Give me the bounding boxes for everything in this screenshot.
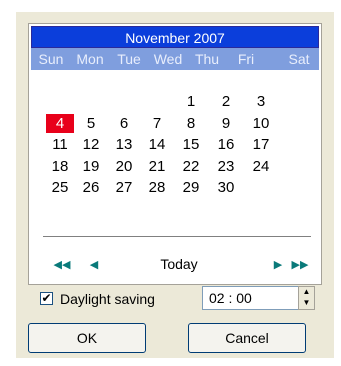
day-cell[interactable]: 10 [247,114,275,133]
weekday-sat: Sat [288,51,310,67]
time-spinner[interactable]: ▲ ▼ [298,286,315,310]
daylight-saving-checkbox[interactable]: ✔ [40,292,53,305]
day-cell[interactable]: 15 [177,135,205,154]
weekday-mon: Mon [76,51,104,67]
weekday-fri: Fri [237,51,255,67]
day-cell[interactable]: 1 [177,92,205,111]
daylight-saving-label[interactable]: Daylight saving [60,289,155,309]
day-cell[interactable]: 22 [177,157,205,176]
day-cell[interactable]: 3 [247,92,275,111]
day-cell[interactable]: 13 [110,135,138,154]
day-cell[interactable]: 8 [177,114,205,133]
date-picker-dialog: November 2007 Sun Mon Tue Wed Thu Fri Sa… [16,12,334,358]
day-cell[interactable]: 14 [143,135,171,154]
day-cell[interactable]: 27 [110,178,138,197]
calendar-divider [43,236,311,237]
day-cell-selected[interactable]: 4 [46,114,74,133]
weekday-sun: Sun [38,51,64,67]
previous-month-icon[interactable]: ◀ [85,258,103,272]
weekday-tue: Tue [117,51,141,67]
previous-year-icon[interactable]: ◀◀ [53,258,71,272]
day-cell[interactable]: 7 [143,114,171,133]
day-cell[interactable]: 19 [77,157,105,176]
day-cell[interactable]: 24 [247,157,275,176]
day-cell[interactable]: 28 [143,178,171,197]
cancel-button[interactable]: Cancel [188,323,306,353]
spin-up-icon[interactable]: ▲ [299,287,314,298]
day-cell[interactable]: 9 [212,114,240,133]
day-cell[interactable]: 2 [212,92,240,111]
day-cell[interactable]: 25 [46,178,74,197]
day-cell[interactable]: 23 [212,157,240,176]
weekday-header-row: Sun Mon Tue Wed Thu Fri Sat [31,48,319,70]
next-year-icon[interactable]: ▶▶ [291,258,309,272]
day-cell[interactable]: 17 [247,135,275,154]
next-month-icon[interactable]: ▶ [269,258,287,272]
day-cell[interactable]: 18 [46,157,74,176]
time-value: 02 : 00 [209,290,252,306]
weekday-thu: Thu [194,51,220,67]
spin-down-icon[interactable]: ▼ [299,298,314,309]
day-cell[interactable]: 5 [77,114,105,133]
today-button[interactable]: Today [149,254,209,274]
day-cell[interactable]: 30 [212,178,240,197]
weekday-wed: Wed [153,51,183,67]
day-cell[interactable]: 16 [212,135,240,154]
calendar-panel: November 2007 Sun Mon Tue Wed Thu Fri Sa… [28,23,322,285]
ok-button[interactable]: OK [28,323,146,353]
month-title: November 2007 [31,26,319,48]
day-cell[interactable]: 12 [77,135,105,154]
day-cell[interactable]: 20 [110,157,138,176]
day-cell[interactable]: 21 [143,157,171,176]
day-cell[interactable]: 11 [46,135,74,154]
time-input[interactable]: 02 : 00 [202,286,300,310]
day-cell[interactable]: 26 [77,178,105,197]
day-cell[interactable]: 29 [177,178,205,197]
day-cell[interactable]: 6 [110,114,138,133]
